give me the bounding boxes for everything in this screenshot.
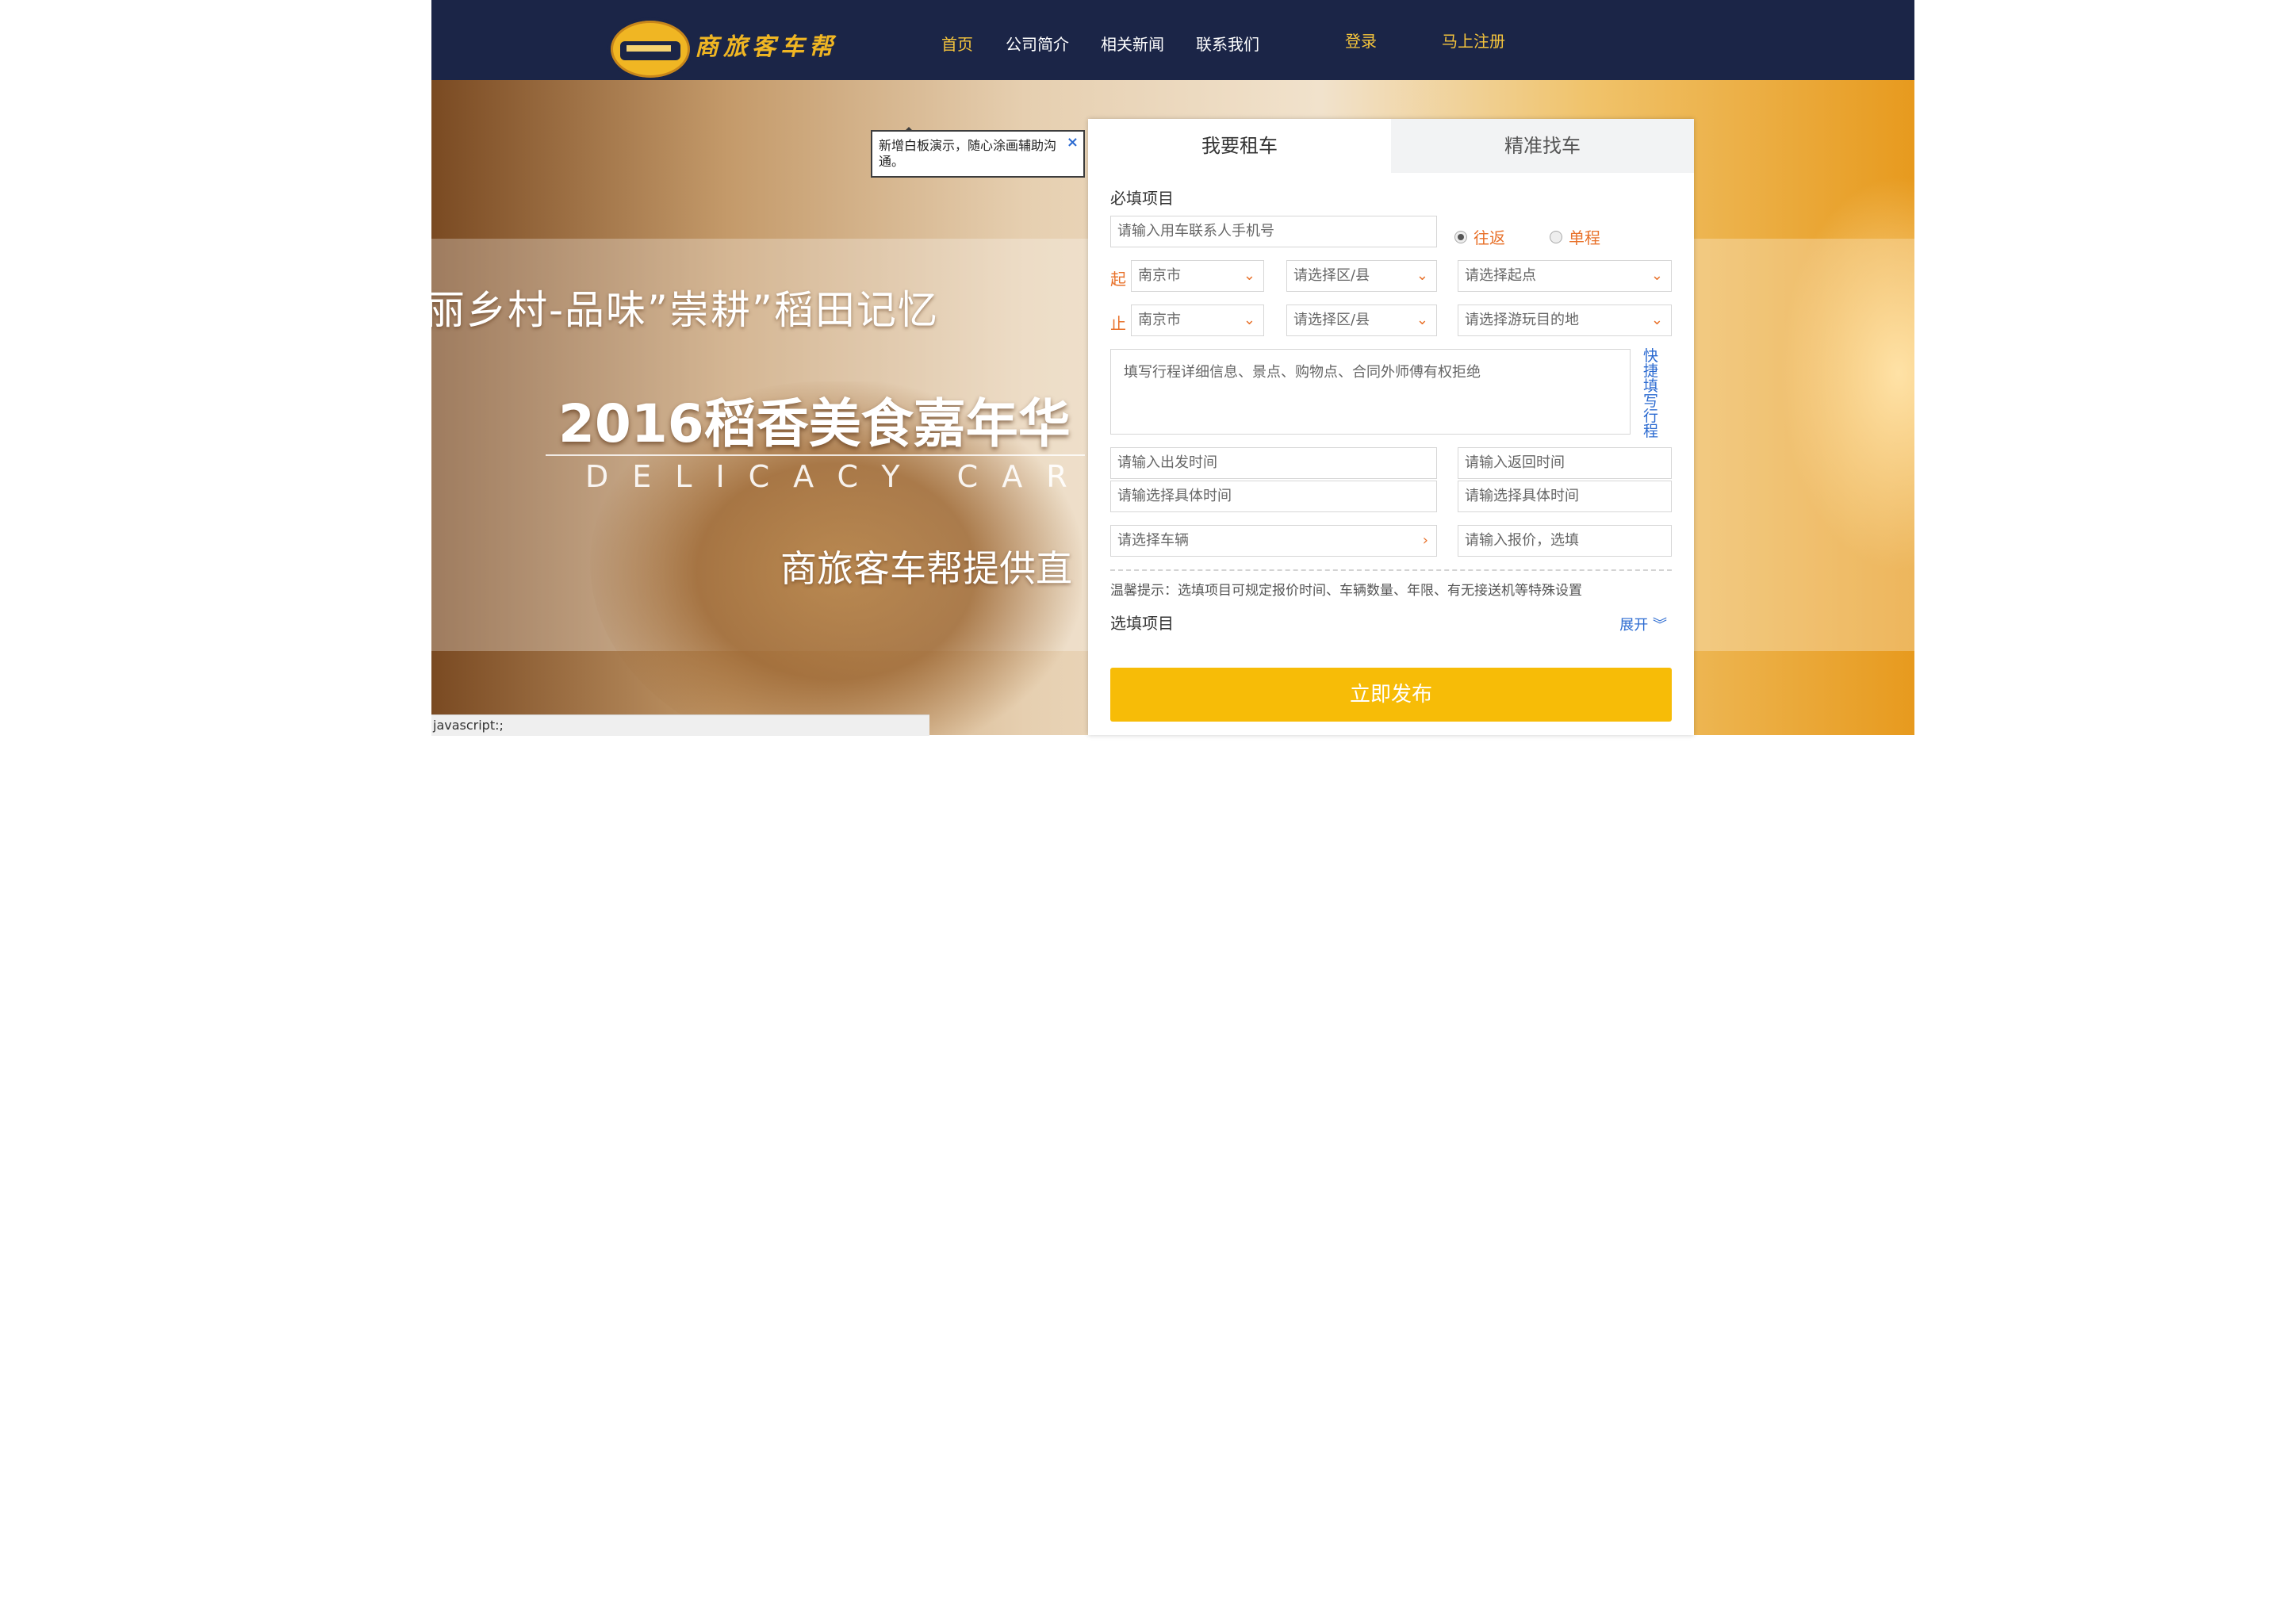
banner-slogan-2: 2016稻香美食嘉年华 [558, 393, 1071, 454]
nav-home[interactable]: 首页 [941, 32, 973, 55]
radio-single-trip[interactable]: 单程 [1550, 225, 1600, 248]
register-link[interactable]: 马上注册 [1442, 29, 1505, 52]
vehicle-value: 请选择车辆 [1117, 532, 1189, 549]
double-chevron-down-icon: ︾ [1653, 617, 1667, 634]
tooltip-text: 新增白板演示，随心涂画辅助沟通。 [879, 138, 1057, 169]
banner-slogan-1: 丽乡村-品味”崇耕”稻田记忆 [431, 287, 939, 333]
end-point-value: 请选择游玩目的地 [1465, 312, 1579, 328]
return-detail-input[interactable]: 请输选择具体时间 [1458, 481, 1672, 512]
depart-time-input[interactable]: 请输入出发时间 [1110, 447, 1437, 479]
browser-status-bar: javascript:; [431, 714, 929, 736]
login-link[interactable]: 登录 [1345, 29, 1377, 52]
form-hint: 温馨提示：选填项目可规定报价时间、车辆数量、年限、有无接送机等特殊设置 [1110, 583, 1582, 599]
return-time-input[interactable]: 请输入返回时间 [1458, 447, 1672, 479]
chevron-right-icon: › [1422, 532, 1428, 549]
price-input[interactable]: 请输入报价，选填 [1458, 525, 1672, 557]
phone-input[interactable]: 请输入用车联系人手机号 [1110, 216, 1437, 247]
end-point-select[interactable]: 请选择游玩目的地 ⌄ [1458, 304, 1672, 336]
start-point-select[interactable]: 请选择起点 ⌄ [1458, 260, 1672, 292]
banner-slogan-4: 商旅客车帮提供直 [780, 547, 1072, 590]
end-label: 止 [1110, 314, 1126, 333]
nav-contact[interactable]: 联系我们 [1196, 32, 1259, 55]
start-point-value: 请选择起点 [1465, 267, 1536, 284]
close-icon[interactable]: × [1067, 135, 1079, 151]
end-city-value: 南京市 [1138, 312, 1181, 328]
chevron-down-icon: ⌄ [1243, 312, 1255, 328]
form-divider [1110, 569, 1672, 571]
radio-round-trip[interactable]: 往返 [1454, 225, 1505, 248]
chevron-down-icon: ⌄ [1416, 312, 1428, 328]
start-label: 起 [1110, 270, 1126, 289]
chevron-down-icon: ⌄ [1416, 267, 1428, 284]
top-header: 商旅客车帮 首页 公司简介 相关新闻 联系我们 登录 马上注册 [431, 0, 1914, 81]
radio-single-label: 单程 [1569, 228, 1600, 247]
radio-round-label: 往返 [1473, 228, 1505, 247]
chevron-down-icon: ⌄ [1243, 267, 1255, 284]
optional-section-title: 选填项目 [1110, 614, 1174, 633]
itinerary-textarea[interactable]: 填写行程详细信息、景点、购物点、合同外师傅有权拒绝 [1110, 349, 1631, 435]
end-district-value: 请选择区/县 [1293, 312, 1370, 328]
start-district-value: 请选择区/县 [1293, 267, 1370, 284]
tab-rent-car[interactable]: 我要租车 [1088, 119, 1391, 173]
chevron-down-icon: ⌄ [1650, 267, 1663, 284]
banner-divider [546, 454, 1085, 456]
bus-logo-icon[interactable] [607, 17, 693, 81]
quick-fill-link[interactable]: 快捷填写行程 [1643, 349, 1661, 439]
nav-about[interactable]: 公司简介 [1006, 32, 1069, 55]
start-district-select[interactable]: 请选择区/县 ⌄ [1286, 260, 1437, 292]
end-city-select[interactable]: 南京市 ⌄ [1131, 304, 1264, 336]
vehicle-select[interactable]: 请选择车辆 › [1110, 525, 1437, 557]
rental-form-panel: 我要租车 精准找车 必填项目 请输入用车联系人手机号 往返 单程 起 南京市 ⌄… [1088, 119, 1694, 735]
radio-unchecked-icon [1550, 230, 1562, 243]
start-city-select[interactable]: 南京市 ⌄ [1131, 260, 1264, 292]
chevron-down-icon: ⌄ [1650, 312, 1663, 328]
start-city-value: 南京市 [1138, 267, 1181, 284]
logo-text[interactable]: 商旅客车帮 [695, 27, 837, 62]
tab-find-car[interactable]: 精准找车 [1391, 119, 1694, 173]
whiteboard-tooltip: 新增白板演示，随心涂画辅助沟通。 × [871, 127, 1085, 178]
depart-detail-input[interactable]: 请输选择具体时间 [1110, 481, 1437, 512]
expand-label: 展开 [1619, 617, 1649, 634]
expand-toggle[interactable]: 展开 ︾ [1619, 614, 1667, 634]
radio-checked-icon [1454, 230, 1467, 243]
publish-button[interactable]: 立即发布 [1110, 668, 1672, 722]
end-district-select[interactable]: 请选择区/县 ⌄ [1286, 304, 1437, 336]
required-section-title: 必填项目 [1110, 189, 1174, 208]
nav-news[interactable]: 相关新闻 [1101, 32, 1164, 55]
